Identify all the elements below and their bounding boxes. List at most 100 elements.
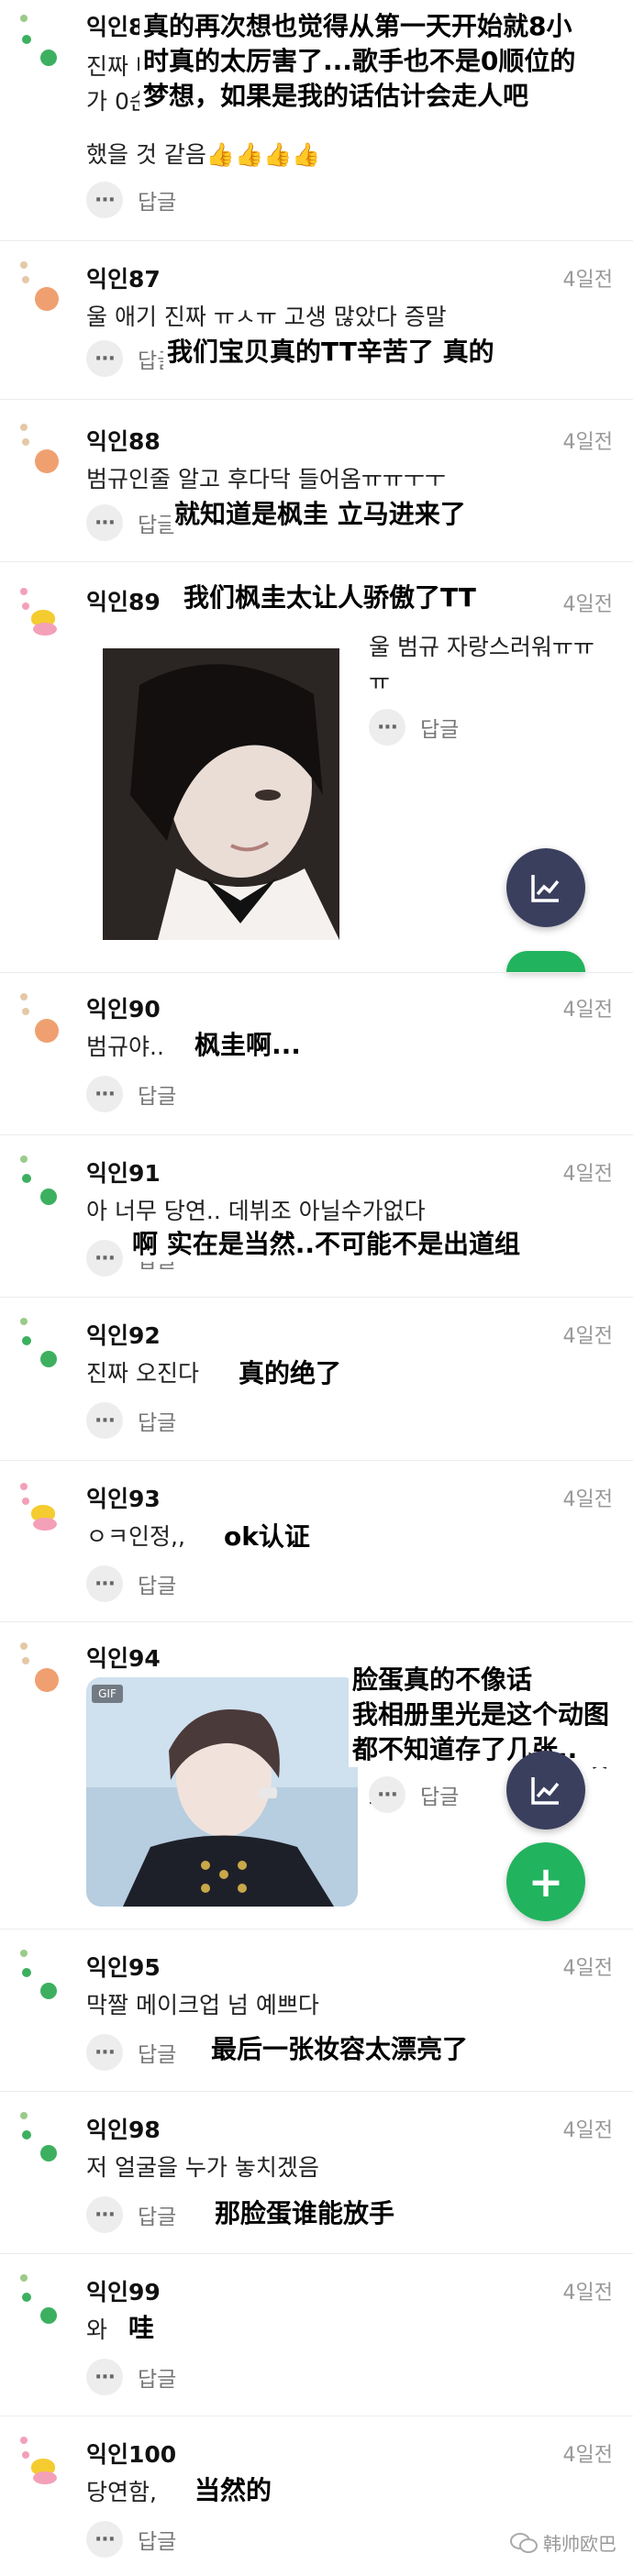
commenter-name: 익인98: [86, 2117, 161, 2143]
translation-overlay: 我们宝贝真的TT辛苦了 真的: [163, 335, 498, 370]
reply-button[interactable]: 답글: [138, 2037, 176, 2068]
more-options-button[interactable]: ···: [86, 1402, 123, 1439]
translation-overlay: 就知道是枫圭 立马进来了: [171, 497, 470, 532]
translation-overlay: 我们枫圭太让人骄傲了TT: [180, 580, 480, 615]
translation-overlay: 脸蛋真的不像话 我相册里光是这个动图 都不知道存了几张..: [349, 1663, 614, 1767]
translation-overlay: 那脸蛋谁能放手: [211, 2196, 399, 2231]
more-options-button[interactable]: ···: [86, 2359, 123, 2395]
translation-overlay: 当然的: [191, 2473, 276, 2508]
commenter-name: 익인88: [86, 428, 161, 455]
more-options-button[interactable]: ···: [86, 2521, 123, 2558]
avatar: [13, 424, 64, 475]
comment-text: 범규야..: [86, 1034, 164, 1060]
chart-line-icon: [531, 875, 560, 902]
commenter-name: 익인87: [86, 266, 161, 293]
comment-item: 익인87 4일전 울 애기 진짜 ㅠㅅㅠ 고생 많았다 증말 ··· 답글 我们…: [0, 241, 633, 399]
comment-item: 익인8 진짜 나 가 0순 했을 것 같음👍👍👍👍 真的再次想也觉得从第一天开始…: [0, 0, 633, 240]
timestamp: 4일전: [562, 1163, 613, 1186]
comment-item: 익인95 4일전 막짤 메이크업 넘 예쁘다 ··· 답글 最后一张妆容太漂亮了: [0, 1929, 633, 2091]
reply-button[interactable]: 답글: [138, 1568, 176, 1599]
reply-button[interactable]: 답글: [138, 2361, 176, 2393]
translation-overlay: 真的再次想也觉得从第一天开始就8小 时真的太厉害了...歌手也不是0顺位的 梦想…: [139, 9, 580, 114]
commenter-name: 익인94: [86, 1645, 161, 1672]
comment-text: 진짜 오진다: [86, 1360, 199, 1387]
avatar: [13, 15, 64, 66]
reply-button[interactable]: 답글: [138, 2524, 176, 2555]
avatar: [13, 588, 64, 639]
translation-overlay: 最后一张妆容太漂亮了: [207, 2032, 472, 2067]
comment-text: 울 애기 진짜 ㅠㅅㅠ 고생 많았다 증말: [86, 304, 447, 330]
commenter-name: 익인92: [86, 1322, 161, 1349]
comment-item: 익인99 4일전 와 哇 ··· 답글: [0, 2254, 633, 2416]
commenter-name: 익인90: [86, 996, 161, 1023]
timestamp: 4일전: [562, 999, 613, 1022]
timestamp: 4일전: [562, 2444, 613, 2467]
comment-item: 익인88 4일전 범규인줄 알고 후다닥 들어옴ㅠㅠㅜㅜ ··· 답글 就知道是…: [0, 400, 633, 561]
add-fab-button[interactable]: +: [506, 1842, 585, 1921]
reply-button[interactable]: 답글: [138, 2199, 176, 2230]
commenter-name: 익인93: [86, 1486, 161, 1512]
avatar: [13, 1155, 64, 1207]
commenter-name: 익인99: [86, 2279, 161, 2305]
commenter-name: 익인95: [86, 1954, 161, 1981]
timestamp: 4일전: [562, 1488, 613, 1511]
comment-item: 익인94 GIF 돼 갤 ㅈ 싀 脸蛋真的不像话 我相册里光是这个动图 都不知道…: [0, 1622, 633, 1929]
timestamp: 4일전: [562, 2282, 613, 2305]
more-options-button[interactable]: ···: [86, 2196, 123, 2233]
avatar: [13, 993, 64, 1045]
commenter-name: 익인8: [86, 14, 145, 40]
more-options-button[interactable]: ···: [86, 340, 123, 377]
reply-button[interactable]: 답글: [138, 1405, 176, 1436]
translation-overlay: ok认证: [220, 1520, 314, 1554]
timestamp: 4일전: [562, 1957, 613, 1980]
comment-text: 범규인줄 알고 후다닥 들어옴ㅠㅠㅜㅜ: [86, 466, 446, 492]
attached-photo[interactable]: [103, 648, 339, 940]
commenter-name: 익인100: [86, 2441, 177, 2468]
wechat-icon: [510, 2532, 538, 2553]
translation-overlay: 哇: [125, 2311, 159, 2346]
comment-item: 익인92 4일전 진짜 오진다 真的绝了 ··· 답글: [0, 1298, 633, 1460]
commenter-name: 익인91: [86, 1160, 161, 1187]
watermark: 韩帅欧巴: [510, 2529, 616, 2556]
comment-item: 익인93 4일전 ㅇㅋ인정,, ok认证 ··· 답글: [0, 1461, 633, 1621]
reply-button[interactable]: 답글: [138, 1078, 176, 1110]
avatar: [13, 2274, 64, 2326]
more-options-button[interactable]: ···: [86, 182, 123, 218]
more-options-button[interactable]: ···: [86, 504, 123, 541]
reply-button[interactable]: 답글: [420, 712, 459, 743]
avatar: [13, 1642, 64, 1694]
comment-item: 익인89 4일전 我们枫圭太让人骄傲了TT 울 범규 자랑스러워ㅠㅠ ㅠ ···…: [0, 562, 633, 972]
reply-button[interactable]: 답글: [420, 1779, 459, 1810]
timestamp: 4일전: [562, 1325, 613, 1348]
commenter-name: 익인89: [86, 589, 161, 615]
comment-text: 막짤 메이크업 넘 예쁘다: [86, 1992, 319, 2018]
chart-line-icon: [531, 1777, 560, 1805]
avatar: [13, 2112, 64, 2163]
stats-fab-button[interactable]: [506, 1751, 585, 1830]
reply-button[interactable]: 답글: [138, 184, 176, 216]
comment-text: 당연함,: [86, 2479, 157, 2505]
more-options-button[interactable]: ···: [369, 1776, 405, 1813]
more-options-button[interactable]: ···: [86, 1076, 123, 1112]
avatar: [13, 2437, 64, 2488]
more-options-button[interactable]: ···: [86, 1565, 123, 1602]
add-fab-button-partial[interactable]: [506, 951, 585, 972]
translation-overlay: 啊 实在是当然..不可能不是出道组: [128, 1227, 525, 1262]
attached-gif[interactable]: GIF: [86, 1677, 358, 1907]
gif-badge: GIF: [98, 1687, 117, 1700]
avatar: [13, 1318, 64, 1369]
comment-item: 익인91 4일전 아 너무 당연.. 데뷔조 아닐수가없다 ··· 답글 啊 实…: [0, 1135, 633, 1297]
more-options-button[interactable]: ···: [86, 1240, 123, 1277]
more-options-button[interactable]: ···: [86, 2034, 123, 2071]
comment-text: 저 얼굴을 누가 놓치겠음: [86, 2154, 319, 2181]
timestamp: 4일전: [562, 2119, 613, 2142]
avatar: [13, 1950, 64, 2001]
timestamp: 4일전: [562, 269, 613, 292]
watermark-text: 韩帅欧巴: [543, 2533, 616, 2555]
comment-item: 익인90 4일전 범규야.. 枫圭啊... ··· 답글: [0, 973, 633, 1134]
stats-fab-button[interactable]: [506, 848, 585, 927]
comment-item: 익인98 4일전 저 얼굴을 누가 놓치겠음 ··· 답글 那脸蛋谁能放手: [0, 2092, 633, 2253]
avatar: [13, 261, 64, 313]
more-options-button[interactable]: ···: [369, 709, 405, 746]
translation-overlay: 枫圭啊...: [191, 1028, 305, 1063]
